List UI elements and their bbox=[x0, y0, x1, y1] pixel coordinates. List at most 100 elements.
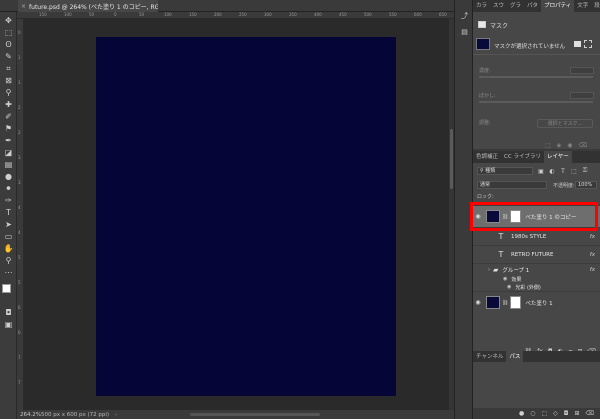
text-layer-icon: T bbox=[498, 250, 504, 259]
history-brush-tool-icon[interactable]: ✒ bbox=[3, 136, 14, 146]
fx-icon[interactable]: fx bbox=[590, 252, 595, 258]
path-select-tool-icon[interactable]: ➤ bbox=[3, 220, 14, 230]
layer-row-fill-1[interactable]: ◉ ⛓ べた塗り 1 bbox=[473, 291, 600, 313]
visibility-eye-icon[interactable]: ◉ bbox=[473, 299, 483, 306]
crop-tool-icon[interactable]: ⌗ bbox=[3, 64, 14, 74]
layer-mask-thumbnail[interactable] bbox=[510, 296, 522, 309]
zoom-level[interactable]: 264.2% bbox=[17, 412, 41, 418]
blend-mode-select[interactable]: 通常 bbox=[477, 181, 547, 189]
healing-brush-tool-icon[interactable]: ✚ bbox=[3, 100, 14, 110]
fx-icon[interactable]: fx bbox=[590, 267, 595, 273]
screen-mode-icon[interactable]: ▣ bbox=[3, 320, 14, 330]
feather-slider[interactable] bbox=[479, 101, 593, 103]
fx-icon[interactable]: fx bbox=[590, 234, 595, 240]
comments-panel-icon[interactable]: ▤ bbox=[459, 26, 470, 37]
new-path-icon[interactable]: ⊞ bbox=[574, 410, 579, 417]
filter-icons: ▣ ◐ T ⬚ ⚿ bbox=[537, 167, 589, 175]
layer-filter-select[interactable]: ⚲ 種類 bbox=[477, 167, 533, 175]
marquee-tool-icon[interactable]: ⬚ bbox=[3, 28, 14, 38]
layer-row-group-1[interactable]: › ▰ グループ 1 fx bbox=[473, 263, 600, 275]
tab-color[interactable]: カラ bbox=[473, 0, 490, 12]
make-path-icon[interactable]: ◇ bbox=[553, 410, 558, 417]
hand-tool-icon[interactable]: ✋ bbox=[3, 244, 14, 254]
document-dimensions: 500 px x 600 px (72 ppi) bbox=[41, 411, 110, 418]
layer-row-retro-future[interactable]: T RETRO FUTURE fx bbox=[473, 245, 600, 263]
rectangle-tool-icon[interactable]: ▭ bbox=[3, 232, 14, 242]
effect-eye-icon[interactable]: ◉ bbox=[507, 284, 511, 290]
delete-mask-icon[interactable]: ⌫ bbox=[579, 142, 587, 149]
pen-tool-icon[interactable]: ✑ bbox=[3, 196, 14, 206]
ruler-tick-label: 7 bbox=[18, 355, 21, 360]
ruler-tick-label: 7 bbox=[18, 380, 21, 385]
load-path-icon[interactable]: ⬚ bbox=[541, 410, 547, 417]
zoom-tool-icon[interactable]: ⚲ bbox=[3, 256, 14, 266]
status-expand-icon[interactable]: › bbox=[115, 412, 117, 418]
feather-value[interactable] bbox=[570, 92, 594, 99]
history-panel-icon[interactable]: ⤴ bbox=[459, 10, 470, 21]
eraser-tool-icon[interactable]: ◪ bbox=[3, 148, 14, 158]
tab-layers[interactable]: レイヤー bbox=[543, 151, 572, 163]
density-value[interactable] bbox=[570, 67, 594, 74]
pixel-mask-icon[interactable] bbox=[574, 41, 581, 47]
fill-path-icon[interactable]: ● bbox=[519, 410, 524, 417]
density-slider[interactable] bbox=[479, 76, 593, 78]
tab-patterns[interactable]: パタ bbox=[524, 0, 541, 12]
layer-name[interactable]: べた塗り 1 bbox=[525, 299, 552, 307]
layer-name[interactable]: RETRO FUTURE bbox=[511, 252, 553, 258]
dodge-tool-icon[interactable]: ⚫ bbox=[3, 184, 14, 194]
delete-path-icon[interactable]: ⌫ bbox=[586, 410, 594, 417]
ruler-tick-label: 4 bbox=[18, 230, 21, 235]
filter-type-icon[interactable]: T bbox=[559, 167, 567, 175]
clone-stamp-tool-icon[interactable]: ⚑ bbox=[3, 124, 14, 134]
document-canvas[interactable] bbox=[96, 37, 396, 396]
more-tools-icon[interactable]: ⋯ bbox=[3, 268, 14, 278]
tab-paragraph[interactable]: 段落 bbox=[591, 0, 600, 12]
tab-gradients[interactable]: グラ bbox=[507, 0, 524, 12]
paths-bottom-toolbar: ● ○ ⬚ ◇ ◘ ⊞ ⌫ bbox=[473, 408, 600, 419]
opacity-input[interactable]: 100% bbox=[575, 181, 597, 189]
horizontal-scrollbar[interactable] bbox=[190, 413, 320, 416]
vector-mask-icon[interactable] bbox=[584, 40, 592, 48]
ruler-tick-label: 1 bbox=[18, 80, 21, 85]
tab-adjustments[interactable]: 色調補正 bbox=[473, 151, 501, 163]
tab-character[interactable]: 文字 bbox=[574, 0, 591, 12]
filter-adjust-icon[interactable]: ◐ bbox=[548, 167, 556, 175]
foreground-color-swatch[interactable] bbox=[2, 284, 11, 293]
expand-chevron-icon[interactable]: › bbox=[488, 267, 490, 273]
type-tool-icon[interactable]: T bbox=[3, 208, 14, 218]
outer-glow-row[interactable]: ◉ 光彩 (外側) bbox=[473, 283, 600, 291]
frame-tool-icon[interactable]: ⊠ bbox=[3, 76, 14, 86]
effect-eye-icon[interactable]: ◉ bbox=[503, 276, 507, 282]
vertical-ruler: 0 1 1 2 2 3 3 4 4 5 5 6 6 7 7 bbox=[17, 19, 24, 410]
layer-name[interactable]: 1980s STYLE bbox=[511, 234, 546, 240]
filter-pixel-icon[interactable]: ▣ bbox=[537, 167, 545, 175]
ruler-tick-label: 2 bbox=[18, 130, 21, 135]
toggle-mask-icon[interactable]: ◉ bbox=[567, 142, 572, 149]
close-tab-icon[interactable]: × bbox=[21, 3, 26, 10]
ruler-tick-label: 6 bbox=[18, 330, 21, 335]
tab-cc-libraries[interactable]: CC ライブラリ bbox=[501, 151, 544, 163]
layer-name[interactable]: グループ 1 bbox=[502, 266, 529, 274]
tab-swatches[interactable]: スウ bbox=[490, 0, 507, 12]
stroke-path-icon[interactable]: ○ bbox=[530, 410, 535, 417]
filter-smart-icon[interactable]: ⚿ bbox=[581, 167, 589, 175]
scrollbar-thumb[interactable] bbox=[450, 129, 453, 189]
lasso-tool-icon[interactable]: ʘ bbox=[3, 40, 14, 50]
select-and-mask-button[interactable]: 選択とマスク... bbox=[537, 119, 593, 128]
apply-mask-icon[interactable]: ◈ bbox=[557, 142, 562, 149]
eyedropper-tool-icon[interactable]: ⚲ bbox=[3, 88, 14, 98]
gradient-tool-icon[interactable]: ▤ bbox=[3, 160, 14, 170]
quick-mask-icon[interactable]: ◘ bbox=[3, 308, 14, 318]
move-tool-icon[interactable]: ✥ bbox=[3, 16, 14, 26]
brush-tool-icon[interactable]: ✐ bbox=[3, 112, 14, 122]
add-mask-icon[interactable]: ◘ bbox=[564, 410, 569, 417]
quick-select-tool-icon[interactable]: ✎ bbox=[3, 52, 14, 62]
effects-row[interactable]: ◉ 効果 bbox=[473, 275, 600, 283]
chain-icon[interactable]: ⛓ bbox=[502, 300, 508, 306]
filter-shape-icon[interactable]: ⬚ bbox=[570, 167, 578, 175]
document-tab-title: future.psd @ 264% (べた塗り 1 のコピー, RGB/8) * bbox=[29, 3, 158, 11]
load-selection-icon[interactable]: ⬚ bbox=[545, 142, 551, 149]
document-tab[interactable]: × future.psd @ 264% (べた塗り 1 のコピー, RGB/8)… bbox=[18, 0, 158, 12]
blur-tool-icon[interactable]: ● bbox=[3, 172, 14, 182]
tab-properties[interactable]: プロパティ bbox=[541, 0, 575, 12]
